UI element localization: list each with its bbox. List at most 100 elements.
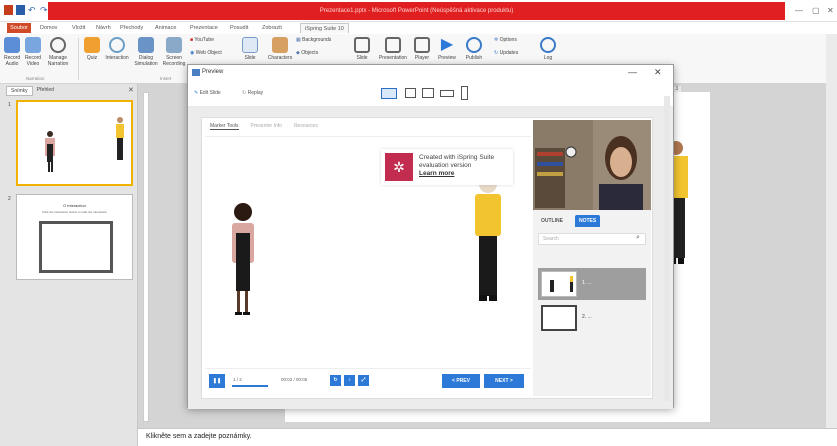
play-icon: ▶ (440, 36, 454, 53)
phone-portrait-icon[interactable] (461, 86, 468, 100)
tab-notes[interactable]: NOTES (575, 215, 601, 227)
backgrounds-button[interactable]: ▦ Backgrounds (296, 37, 342, 43)
tab-review[interactable]: Posudit (230, 23, 248, 33)
preview-button[interactable]: ▶ Preview (436, 36, 458, 62)
edit-slide-label: Edit Slide (199, 90, 221, 96)
replay-button[interactable]: ↻ Replay (242, 90, 263, 96)
record-video-label: Record Video (24, 55, 42, 67)
quiz-button[interactable]: Quiz (84, 37, 100, 61)
powerpoint-window: ↶ ↷ Prezentace1.pptx - Microsoft PowerPo… (0, 0, 837, 446)
slide-2-embedded-object (39, 221, 113, 273)
tab-presenter-info[interactable]: Presenter Info (251, 123, 282, 130)
dialog-icon (138, 37, 154, 53)
tab-home[interactable]: Domov (40, 23, 57, 33)
pause-button[interactable]: ❚❚ (209, 374, 225, 388)
sidebar-search-input[interactable]: Search (538, 233, 646, 245)
tab-resources[interactable]: Resources (294, 123, 318, 130)
interaction-button[interactable]: Interaction (104, 37, 130, 61)
dialog-simulation-button[interactable]: Dialog Simulation (134, 37, 158, 67)
preview-minimize-button[interactable]: — (628, 67, 637, 77)
screen-recording-button[interactable]: Screen Recording (162, 37, 186, 67)
minimize-button[interactable]: — (795, 6, 803, 15)
slide-templates-button[interactable]: Slide (240, 37, 260, 61)
tab-outline[interactable]: OUTLINE (537, 215, 567, 227)
backgrounds-icon: ▦ (296, 37, 301, 43)
characters-button[interactable]: Characters (266, 37, 294, 61)
tab-slideshow[interactable]: Prezentace (190, 23, 218, 33)
manage-narration-button[interactable]: Manage Narration (46, 37, 70, 67)
slide-properties-icon (354, 37, 370, 53)
slide-1-preview (45, 117, 124, 172)
preview-close-button[interactable]: ✕ (654, 67, 662, 78)
sidebar-slide-item[interactable]: 2. ... (538, 302, 646, 334)
player-controls: ❚❚ 1 / 2 00:02 / 00:05 ↻ ♪ ⤢ < PREV NEXT… (205, 368, 531, 394)
learn-more-link[interactable]: Learn more (419, 170, 494, 178)
preview-label: Preview (438, 55, 456, 61)
editor-scrollbar[interactable] (664, 96, 670, 401)
tablet-portrait-icon[interactable] (422, 88, 434, 98)
tab-slides[interactable]: Snímky (6, 86, 33, 96)
powerpoint-logo-icon (4, 5, 13, 15)
objects-icon: ◆ (296, 50, 300, 56)
options-button[interactable]: ✲ Options (494, 37, 530, 43)
close-pane-icon[interactable]: ✕ (128, 86, 134, 94)
preview-window-icon (192, 69, 200, 76)
camera-icon (25, 37, 41, 53)
publish-button[interactable]: Publish (462, 37, 486, 61)
save-icon[interactable] (16, 5, 25, 15)
tab-marker-tools[interactable]: Marker Tools (210, 123, 239, 130)
prev-button[interactable]: < PREV (442, 374, 480, 388)
phone-landscape-icon[interactable] (440, 90, 454, 97)
edit-slide-button[interactable]: ✎ Edit Slide (194, 90, 221, 96)
tab-outline[interactable]: Přehled (33, 86, 58, 96)
record-audio-button[interactable]: Record Audio (4, 37, 20, 67)
notes-field[interactable]: Klikněte sem a zadejte poznámky. (138, 428, 837, 446)
backgrounds-label: Backgrounds (302, 37, 332, 43)
replay-slide-button[interactable]: ↻ (330, 375, 341, 386)
slide-properties-button[interactable]: Slide (352, 37, 372, 61)
search-icon[interactable]: ⌕ (636, 234, 640, 242)
slides-pane: Snímky Přehled ✕ 1 2 O interaction Click… (0, 84, 138, 446)
characters-label: Characters (267, 55, 293, 61)
ribbon-right-scrollbar[interactable] (826, 34, 837, 428)
sidebar-slide-item[interactable]: 1. ... (538, 268, 646, 300)
tab-animations[interactable]: Animace (155, 23, 176, 33)
presentation-resources-button[interactable]: Presentation (376, 37, 410, 61)
fullscreen-button[interactable]: ⤢ (358, 375, 369, 386)
screen-recording-label: Screen Recording (162, 55, 186, 67)
tab-file[interactable]: Soubor (7, 23, 31, 33)
player-slide[interactable]: ✲ Created with iSpring Suite evaluation … (205, 136, 531, 365)
tab-view[interactable]: Zobrazit (262, 23, 282, 33)
slide-counter: 1 / 2 (233, 377, 242, 382)
undo-icon[interactable]: ↶ (28, 5, 37, 15)
player-button[interactable]: Player (412, 37, 432, 61)
tab-ispring-suite[interactable]: iSpring Suite 10 (300, 23, 349, 33)
objects-button[interactable]: ◆ Objects (296, 50, 342, 56)
restore-button[interactable]: ▢ (812, 6, 820, 15)
next-button[interactable]: NEXT > (484, 374, 524, 388)
record-video-button[interactable]: Record Video (24, 37, 42, 67)
volume-button[interactable]: ♪ (344, 375, 355, 386)
title-bar: ↶ ↷ Prezentace1.pptx - Microsoft PowerPo… (0, 0, 837, 22)
quiz-label: Quiz (86, 55, 98, 61)
presentation-resources-label: Presentation (378, 55, 408, 61)
youtube-button[interactable]: ■ YouTube (190, 37, 230, 43)
web-object-button[interactable]: ◉ Web Object (190, 50, 230, 56)
slide-template-icon (242, 37, 258, 53)
tab-design[interactable]: Návrh (96, 23, 111, 33)
tab-transitions[interactable]: Přechody (120, 23, 143, 33)
insert-group-label: Insert (160, 76, 172, 81)
tablet-landscape-icon[interactable] (405, 88, 416, 98)
close-button[interactable]: ✕ (827, 6, 834, 15)
evaluation-watermark: ✲ Created with iSpring Suite evaluation … (381, 149, 513, 185)
progress-bar[interactable] (232, 385, 268, 387)
updates-label: Updates (499, 50, 519, 56)
slide-thumbnail-2[interactable]: O interaction Click the interaction butt… (16, 194, 133, 280)
updates-button[interactable]: ↻ Updates (494, 50, 530, 56)
tab-insert[interactable]: Vložit (72, 23, 85, 33)
slide-2-subtitle: Click the interaction button to start th… (41, 210, 108, 214)
slide-thumbnail-1[interactable] (16, 100, 133, 186)
desktop-view-icon[interactable] (381, 88, 397, 99)
user-button[interactable]: Log (536, 37, 560, 61)
replay-icon: ↻ (242, 90, 247, 96)
